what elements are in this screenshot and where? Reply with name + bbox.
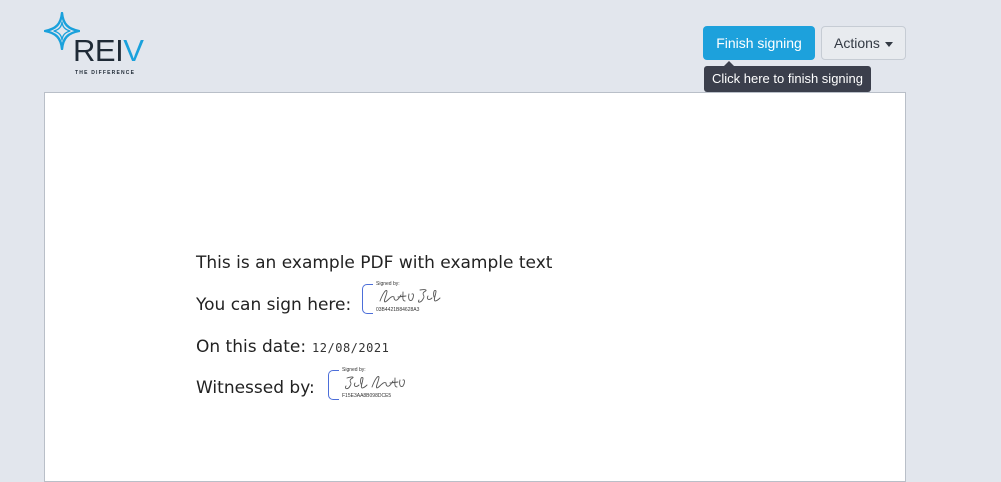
handwritten-signature-image bbox=[345, 376, 405, 390]
witnessed-by-label: Witnessed by: bbox=[196, 378, 315, 398]
date-value: 12/08/2021 bbox=[312, 341, 390, 355]
sign-here-label: You can sign here: bbox=[196, 295, 352, 315]
signature-stamp-witness[interactable]: Signed by: F15E3AA8B098DCE5 bbox=[328, 367, 408, 403]
caret-down-icon bbox=[885, 42, 893, 47]
actions-button-label: Actions bbox=[834, 35, 880, 51]
document-text-line: This is an example PDF with example text bbox=[196, 253, 553, 273]
logo-word-accent: V bbox=[123, 33, 144, 68]
tooltip-text: Click here to finish signing bbox=[711, 71, 864, 86]
actions-dropdown-button[interactable]: Actions bbox=[821, 26, 906, 60]
tooltip-arrow bbox=[724, 61, 734, 66]
logo-word-main: REI bbox=[73, 33, 124, 68]
signature-hash: 03B4421B84628A3 bbox=[376, 307, 420, 313]
signature-stamp-signer[interactable]: Signed by: 03B4421B84628A3 bbox=[362, 281, 442, 317]
finish-signing-tooltip: Click here to finish signing bbox=[704, 61, 871, 92]
pdf-document-page: This is an example PDF with example text… bbox=[44, 92, 906, 482]
handwritten-signature-image bbox=[379, 289, 441, 303]
reiv-logo: REIV THE DIFFERENCE bbox=[44, 12, 154, 78]
logo-wordmark: REIV bbox=[73, 33, 144, 68]
signature-hash: F15E3AA8B098DCE5 bbox=[342, 393, 392, 399]
logo-tagline: THE DIFFERENCE bbox=[75, 70, 136, 76]
finish-signing-button[interactable]: Finish signing bbox=[703, 26, 815, 60]
date-label: On this date: 12/08/2021 bbox=[196, 337, 389, 357]
date-label-text: On this date: bbox=[196, 337, 307, 357]
